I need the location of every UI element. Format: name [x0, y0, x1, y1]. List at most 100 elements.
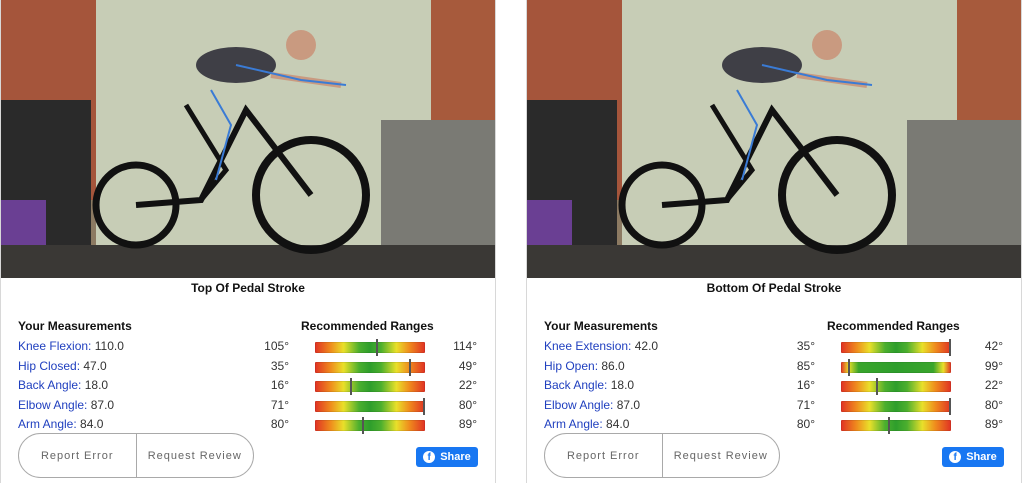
- range-max: 114°: [453, 339, 477, 353]
- measurement-link[interactable]: Knee Flexion: 110.0: [18, 339, 124, 353]
- range-bar: [315, 378, 425, 395]
- measurement-link[interactable]: Hip Closed: 47.0: [18, 359, 107, 373]
- ranges-heading: Recommended Ranges: [301, 319, 434, 333]
- range-min: 16°: [796, 378, 815, 392]
- measurement-value: 84.0: [606, 417, 630, 431]
- range-bar: [841, 358, 951, 376]
- measurement-label[interactable]: Arm Angle:: [544, 417, 603, 431]
- facebook-share-button[interactable]: f Share: [416, 447, 478, 467]
- range-min: 71°: [796, 397, 815, 412]
- range-max: 99°: [984, 358, 1003, 373]
- request-review-button[interactable]: Request Review: [661, 434, 780, 477]
- measurement-label[interactable]: Back Angle:: [544, 378, 607, 392]
- range-marker: [876, 378, 879, 395]
- measurement-value: 18.0: [610, 378, 635, 392]
- range-marker: [888, 417, 891, 434]
- range-max: 89°: [984, 417, 1003, 431]
- analysis-panel: Bottom Of Pedal Stroke Your Measurements…: [526, 0, 1022, 483]
- measurements-heading: Your Measurements: [18, 319, 132, 333]
- measurement-label[interactable]: Back Angle:: [18, 378, 81, 392]
- measurement-row: Elbow Angle: 87.0 71° 80°: [1, 397, 495, 416]
- measurement-value: 86.0: [601, 358, 625, 373]
- measurement-value: 42.0: [634, 339, 659, 353]
- range-bar: [315, 339, 425, 356]
- range-bar: [315, 397, 425, 415]
- measurement-value: 87.0: [616, 397, 641, 412]
- share-label: Share: [966, 451, 997, 463]
- range-min: 105°: [264, 339, 289, 353]
- measurement-row: Knee Flexion: 110.0 105° 114°: [1, 338, 495, 357]
- action-button-group: Report Error Request Review: [18, 433, 254, 478]
- measurement-value: 110.0: [94, 339, 124, 353]
- measurement-row: Knee Extension: 42.0 35° 42°: [527, 338, 1021, 357]
- range-marker: [375, 339, 378, 356]
- range-bar: [841, 339, 951, 356]
- range-bar: [315, 417, 425, 434]
- measurement-link[interactable]: Hip Open: 86.0: [544, 359, 625, 373]
- share-label: Share: [440, 451, 471, 463]
- measurement-link[interactable]: Elbow Angle: 87.0: [544, 398, 640, 412]
- range-max: 22°: [458, 378, 477, 392]
- measurement-link[interactable]: Arm Angle: 84.0: [18, 417, 103, 431]
- range-min: 80°: [796, 417, 815, 431]
- measurement-label[interactable]: Knee Flexion:: [18, 339, 91, 353]
- range-min: 80°: [270, 417, 289, 431]
- measurement-link[interactable]: Back Angle: 18.0: [18, 378, 108, 392]
- bike-fit-photo: [1, 0, 495, 278]
- range-marker: [847, 358, 850, 376]
- range-bar: [315, 358, 425, 376]
- range-min: 35°: [796, 339, 815, 353]
- measurement-link[interactable]: Knee Extension: 42.0: [544, 339, 658, 353]
- measurement-value: 18.0: [84, 378, 109, 392]
- bike-fit-photo: [527, 0, 1021, 278]
- range-max: 42°: [984, 339, 1003, 353]
- measurement-row: Hip Closed: 47.0 35° 49°: [1, 358, 495, 377]
- measurement-label[interactable]: Hip Closed:: [18, 359, 80, 373]
- facebook-icon: f: [949, 451, 962, 463]
- measurement-label[interactable]: Hip Open:: [544, 359, 598, 373]
- cyclist-photo-illustration: [1, 0, 495, 278]
- range-min: 71°: [270, 397, 289, 412]
- measurement-row: Hip Open: 86.0 85° 99°: [527, 358, 1021, 377]
- measurement-value: 47.0: [83, 358, 107, 373]
- measurement-label[interactable]: Elbow Angle:: [544, 398, 613, 412]
- range-min: 16°: [270, 378, 289, 392]
- range-max: 80°: [984, 397, 1003, 412]
- measurement-row: Back Angle: 18.0 16° 22°: [1, 377, 495, 396]
- range-bar: [841, 397, 951, 415]
- range-marker: [948, 339, 951, 356]
- measurement-link[interactable]: Back Angle: 18.0: [544, 378, 634, 392]
- measurement-label[interactable]: Arm Angle:: [18, 417, 77, 431]
- action-button-group: Report Error Request Review: [544, 433, 780, 478]
- cyclist-photo-illustration: [527, 0, 1021, 278]
- measurement-value: 87.0: [90, 397, 115, 412]
- measurement-label[interactable]: Elbow Angle:: [18, 398, 87, 412]
- range-max: 22°: [984, 378, 1003, 392]
- report-error-button[interactable]: Report Error: [545, 434, 662, 477]
- measurement-row: Back Angle: 18.0 16° 22°: [527, 377, 1021, 396]
- range-min: 85°: [796, 358, 815, 373]
- range-marker: [350, 378, 353, 395]
- measurement-value: 84.0: [80, 417, 104, 431]
- measurements-heading: Your Measurements: [544, 319, 658, 333]
- report-error-button[interactable]: Report Error: [19, 434, 136, 477]
- range-min: 35°: [270, 358, 289, 373]
- photo-caption: Bottom Of Pedal Stroke: [706, 281, 842, 295]
- range-marker: [362, 417, 365, 434]
- ranges-heading: Recommended Ranges: [827, 319, 960, 333]
- facebook-share-button[interactable]: f Share: [942, 447, 1004, 467]
- range-max: 89°: [458, 417, 477, 431]
- range-bar: [841, 417, 951, 434]
- analysis-panel: Top Of Pedal Stroke Your Measurements Re…: [0, 0, 496, 483]
- measurement-link[interactable]: Elbow Angle: 87.0: [18, 398, 114, 412]
- range-marker: [408, 358, 411, 376]
- measurement-link[interactable]: Arm Angle: 84.0: [544, 417, 629, 431]
- facebook-icon: f: [423, 451, 436, 463]
- measurement-label[interactable]: Knee Extension:: [544, 339, 631, 353]
- range-marker: [948, 397, 951, 415]
- range-max: 80°: [458, 397, 477, 412]
- range-bar: [841, 378, 951, 395]
- range-marker: [422, 397, 425, 415]
- range-max: 49°: [458, 358, 477, 373]
- request-review-button[interactable]: Request Review: [135, 434, 254, 477]
